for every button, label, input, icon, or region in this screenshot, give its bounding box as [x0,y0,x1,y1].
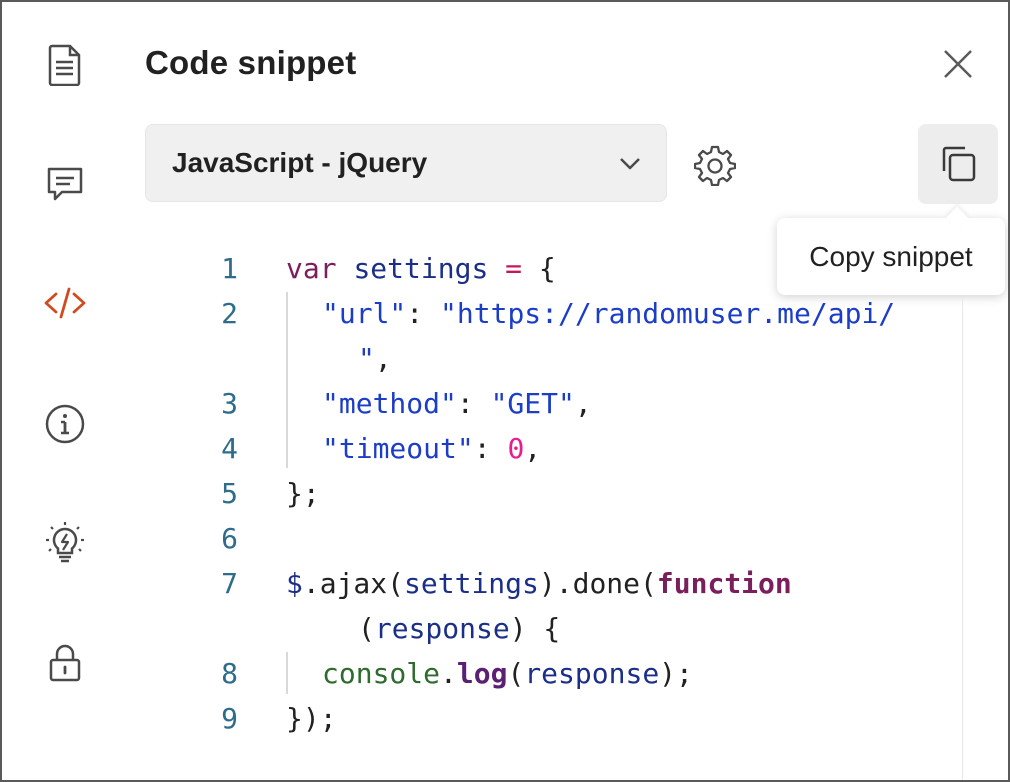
line-number: 4 [202,432,238,465]
line-number: 8 [202,657,238,690]
code-line: "url": "https://randomuser.me/api/ [322,297,895,330]
token-punct: : [457,387,474,420]
token-key: "timeout" [322,432,474,465]
code-line: "method": "GET", [322,387,592,420]
token-identifier: response [375,612,510,645]
token-method: log [457,657,508,690]
token-string: "GET" [491,387,575,420]
code-line: "timeout": 0, [322,432,541,465]
code-line: var settings = { [286,252,556,285]
token-identifier: $ [286,567,303,600]
token-object: console [322,657,440,690]
code-line: }); [286,702,337,735]
token-string: "https://randomuser.me/api/ [440,297,895,330]
line-number: 3 [202,387,238,420]
line-number: 5 [202,477,238,510]
token-punct: }; [286,477,320,510]
token-punct: ) { [510,612,561,645]
token-punct: ( [358,612,375,645]
code-line: }; [286,477,320,510]
line-number: 2 [202,297,238,330]
token-identifier: response [524,657,659,690]
token-key: "url" [322,297,406,330]
token-keyword: function [657,567,792,600]
token-punct: , [375,342,392,375]
token-punct: . [440,657,457,690]
token-operator: = [505,252,522,285]
token-punct: }); [286,702,337,735]
indent-guide [286,292,288,468]
token-method: .ajax( [303,567,404,600]
code-line-wrap: ", [358,342,392,375]
code-block: 1 2 3 4 5 6 7 8 9 var settings = { "url"… [2,2,1008,780]
token-keyword: var [286,252,337,285]
code-line: $.ajax(settings).done(function [286,567,792,600]
token-punct: : [474,432,491,465]
token-string: " [358,342,375,375]
token-identifier: settings [353,252,488,285]
token-punct: : [406,297,423,330]
code-line-wrap: (response) { [358,612,560,645]
line-number: 9 [202,702,238,735]
token-method: ).done( [539,567,657,600]
token-punct: ( [507,657,524,690]
code-snippet-panel: Code snippet JavaScript - jQuery Copy sn… [0,0,1010,782]
token-key: "method" [322,387,457,420]
line-number: 1 [202,252,238,285]
token-number: 0 [507,432,524,465]
token-punct: , [575,387,592,420]
token-punct: ); [659,657,693,690]
token-punct: { [539,252,556,285]
token-punct: , [524,432,541,465]
line-number: 7 [202,567,238,600]
token-identifier: settings [404,567,539,600]
line-number: 6 [202,522,238,555]
code-line: console.log(response); [322,657,693,690]
indent-guide [286,652,288,694]
